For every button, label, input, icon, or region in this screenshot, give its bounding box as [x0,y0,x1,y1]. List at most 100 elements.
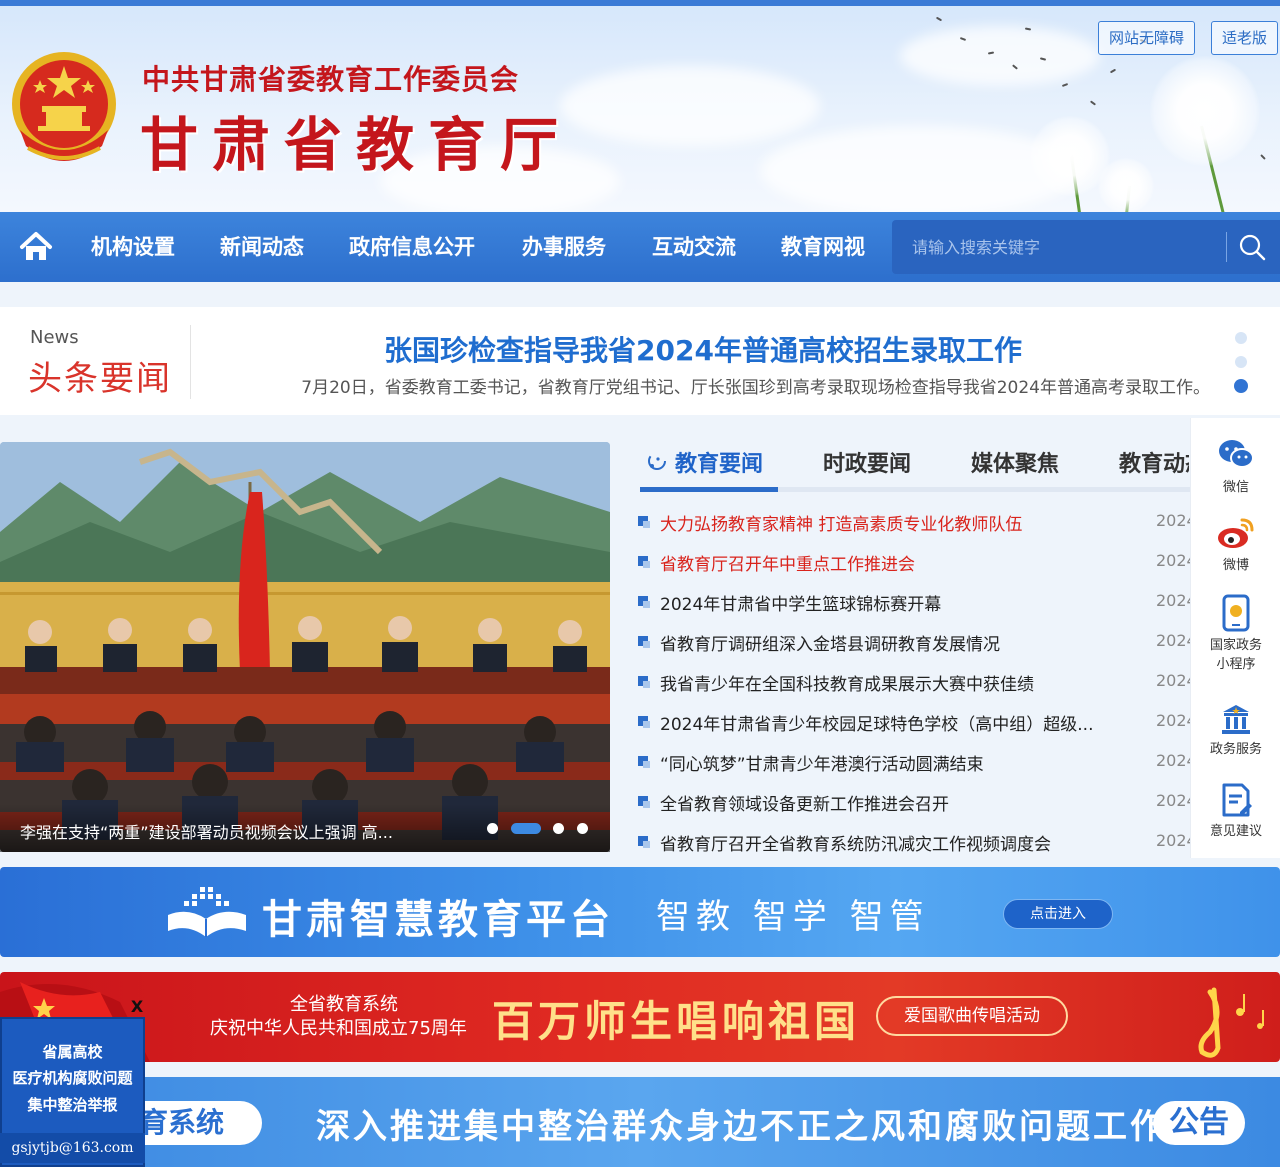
search-box [892,220,1280,274]
news-item[interactable]: 省教育厅调研组深入金塔县调研教育发展情况 2024 [636,622,1192,662]
float-line-1: 省属高校 [42,1043,103,1061]
home-icon[interactable] [18,229,54,265]
headline-label-en: News [30,327,79,348]
side-miniapp-label-1: 国家政务 [1209,638,1262,653]
news-item-date: 2024 [1156,631,1192,650]
tab-media-focus[interactable]: 媒体聚焦 [971,446,1059,482]
nav-item-news[interactable]: 新闻动态 [220,212,304,282]
side-feedback-label: 意见建议 [1209,824,1262,839]
news-item[interactable]: 省教育厅召开年中重点工作推进会 2024 [636,542,1192,582]
feedback-edit-icon [1222,783,1252,817]
org-subtitle: 中共甘肃省委教育工作委员会 [142,63,520,96]
headline-dot-1[interactable] [1235,332,1247,344]
news-item-title[interactable]: 省教育厅调研组深入金塔县调研教育发展情况 [660,630,1120,655]
search-input[interactable] [892,220,1222,274]
nav-item-interaction[interactable]: 互动交流 [652,212,736,282]
main-nav: 机构设置 新闻动态 政府信息公开 办事服务 互动交流 教育网视 [0,212,1280,282]
news-item-title[interactable]: 省教育厅召开年中重点工作推进会 [660,550,1120,575]
side-miniapp-label-2: 小程序 [1216,657,1256,672]
headline-separator [190,325,191,399]
side-weibo-label: 微博 [1222,558,1249,573]
music-note-icon [1198,987,1264,1058]
headline-title-link[interactable]: 张国珍检查指导我省2024年普通高校招生录取工作 [200,329,1206,369]
side-gov-service-label: 政务服务 [1209,742,1262,757]
news-bullet-icon [638,636,650,648]
news-item-title[interactable]: 全省教育领域设备更新工作推进会召开 [660,790,1120,815]
news-item[interactable]: 我省青少年在全国科技教育成果展示大赛中获佳绩 2024 [636,662,1192,702]
open-book-icon [168,887,246,937]
anti-main-text: 深入推进集中整治群众身边不正之风和腐败问题工作 [316,1107,1167,1147]
weibo-icon [1218,518,1254,548]
slider-dot-4[interactable] [577,823,588,834]
news-bullet-icon [638,836,650,848]
news-item[interactable]: “同心筑梦”甘肃青少年港澳行活动圆满结束 2024 [636,742,1192,782]
side-gov-service[interactable]: 政务服务 [1191,702,1280,759]
news-item-title[interactable]: 我省青少年在全国科技教育成果展示大赛中获佳绩 [660,670,1120,695]
headline-label-cn: 头条要闻 [28,359,172,399]
headline-dot-3-active[interactable] [1234,379,1248,393]
news-item-title[interactable]: 2024年甘肃省中学生篮球锦标赛开幕 [660,590,1120,615]
song-line-1: 全省教育系统 [290,994,398,1015]
news-item-title[interactable]: 省教育厅召开全省教育系统防汛减灾工作视频调度会 [660,830,1120,855]
platform-subtitle: 智教 智学 智管 [656,897,930,937]
news-bullet-icon [638,556,650,568]
headline-dot-2[interactable] [1235,356,1247,368]
nav-item-organization[interactable]: 机构设置 [91,212,175,282]
song-headline: 百万师生唱响祖国 [492,997,861,1046]
tab-politics-news[interactable]: 时政要闻 [823,446,911,482]
tab-edu-dynamics[interactable]: 教育动态 [1119,446,1189,482]
news-item-title[interactable]: “同心筑梦”甘肃青少年港澳行活动圆满结束 [660,750,1120,775]
news-bullet-icon [638,596,650,608]
nav-item-edu-video[interactable]: 教育网视 [781,212,865,282]
elderly-mode-button[interactable]: 适老版 [1211,21,1279,55]
news-item-date: 2024 [1156,711,1192,730]
news-item[interactable]: 省教育厅召开全省教育系统防汛减灾工作视频调度会 2024 [636,822,1192,862]
headline-description: 7月20日，省委教育工委书记，省教育厅党组书记、厅长张国珍到高考录取现场检查指导… [301,378,1210,398]
side-weibo[interactable]: 微博 [1191,514,1280,575]
news-item[interactable]: 2024年甘肃省中学生篮球锦标赛开幕 2024 [636,582,1192,622]
slider-dot-1[interactable] [487,823,498,834]
news-item-date: 2024 [1156,791,1192,810]
slider-dot-3[interactable] [553,823,564,834]
platform-enter-button[interactable]: 点击进入 [1003,899,1113,929]
slider-dot-2-active[interactable] [511,823,541,834]
song-line-2: 庆祝中华人民共和国成立75周年 [210,1018,467,1039]
slider-caption[interactable]: 李强在支持“两重”建设部署动员视频会议上强调 高... [20,819,420,843]
search-divider [1226,232,1227,262]
side-wechat[interactable]: 微信 [1191,436,1280,497]
meeting-photo [0,442,610,852]
news-item[interactable]: 2024年甘肃省青少年校园足球特色学校（高中组）超级... 2024 [636,702,1192,742]
anti-corruption-banner[interactable]: 育系统 深入推进集中整治群众身边不正之风和腐败问题工作 公告 [0,1077,1280,1167]
anti-notice-tag: 公告 [1153,1101,1245,1145]
news-item-title[interactable]: 大力弘扬教育家精神 打造高素质专业化教师队伍 [660,510,1120,535]
news-bullet-icon [638,756,650,768]
tab-edu-news[interactable]: 教育要闻 [675,446,763,482]
news-item[interactable]: 大力弘扬教育家精神 打造高素质专业化教师队伍 2024 [636,502,1192,542]
news-bullet-icon [638,516,650,528]
patriotic-song-banner[interactable]: 全省教育系统 庆祝中华人民共和国成立75周年 百万师生唱响祖国 爱国歌曲传唱活动 [0,972,1280,1062]
news-item-title[interactable]: 2024年甘肃省青少年校园足球特色学校（高中组）超级... [660,710,1120,735]
nav-item-gov-info[interactable]: 政府信息公开 [349,212,475,282]
news-item[interactable]: 全省教育领域设备更新工作推进会召开 2024 [636,782,1192,822]
news-bullet-icon [638,676,650,688]
headline-news: News 头条要闻 张国珍检查指导我省2024年普通高校招生录取工作 7月20日… [0,307,1280,415]
smart-edu-platform-banner[interactable]: 甘肃智慧教育平台 智教 智学 智管 点击进入 [0,867,1280,957]
accessibility-button[interactable]: 网站无障碍 [1098,21,1196,55]
site-header: 中共甘肃省委教育工作委员会 甘肃省教育厅 网站无障碍 适老版 [0,6,1280,212]
site-title: 甘肃省教育厅 [140,111,573,179]
nav-item-services[interactable]: 办事服务 [522,212,606,282]
national-emblem-icon [12,52,116,161]
float-line-3: 集中整治举报 [27,1096,118,1114]
phone-miniapp-icon [1222,594,1250,632]
side-feedback[interactable]: 意见建议 [1191,782,1280,841]
float-close-button[interactable]: X [128,997,146,1017]
news-item-date: 2024 [1156,751,1192,770]
photo-slider[interactable] [0,442,610,852]
news-item-date: 2024 [1156,551,1192,570]
wechat-icon [1219,440,1254,468]
report-email-link[interactable]: gsjytjb@163.com [0,1133,145,1163]
search-icon[interactable] [1238,233,1266,261]
side-miniapp[interactable]: 国家政务 小程序 [1191,594,1280,674]
news-item-date: 2024 [1156,591,1192,610]
side-wechat-label: 微信 [1222,480,1249,495]
